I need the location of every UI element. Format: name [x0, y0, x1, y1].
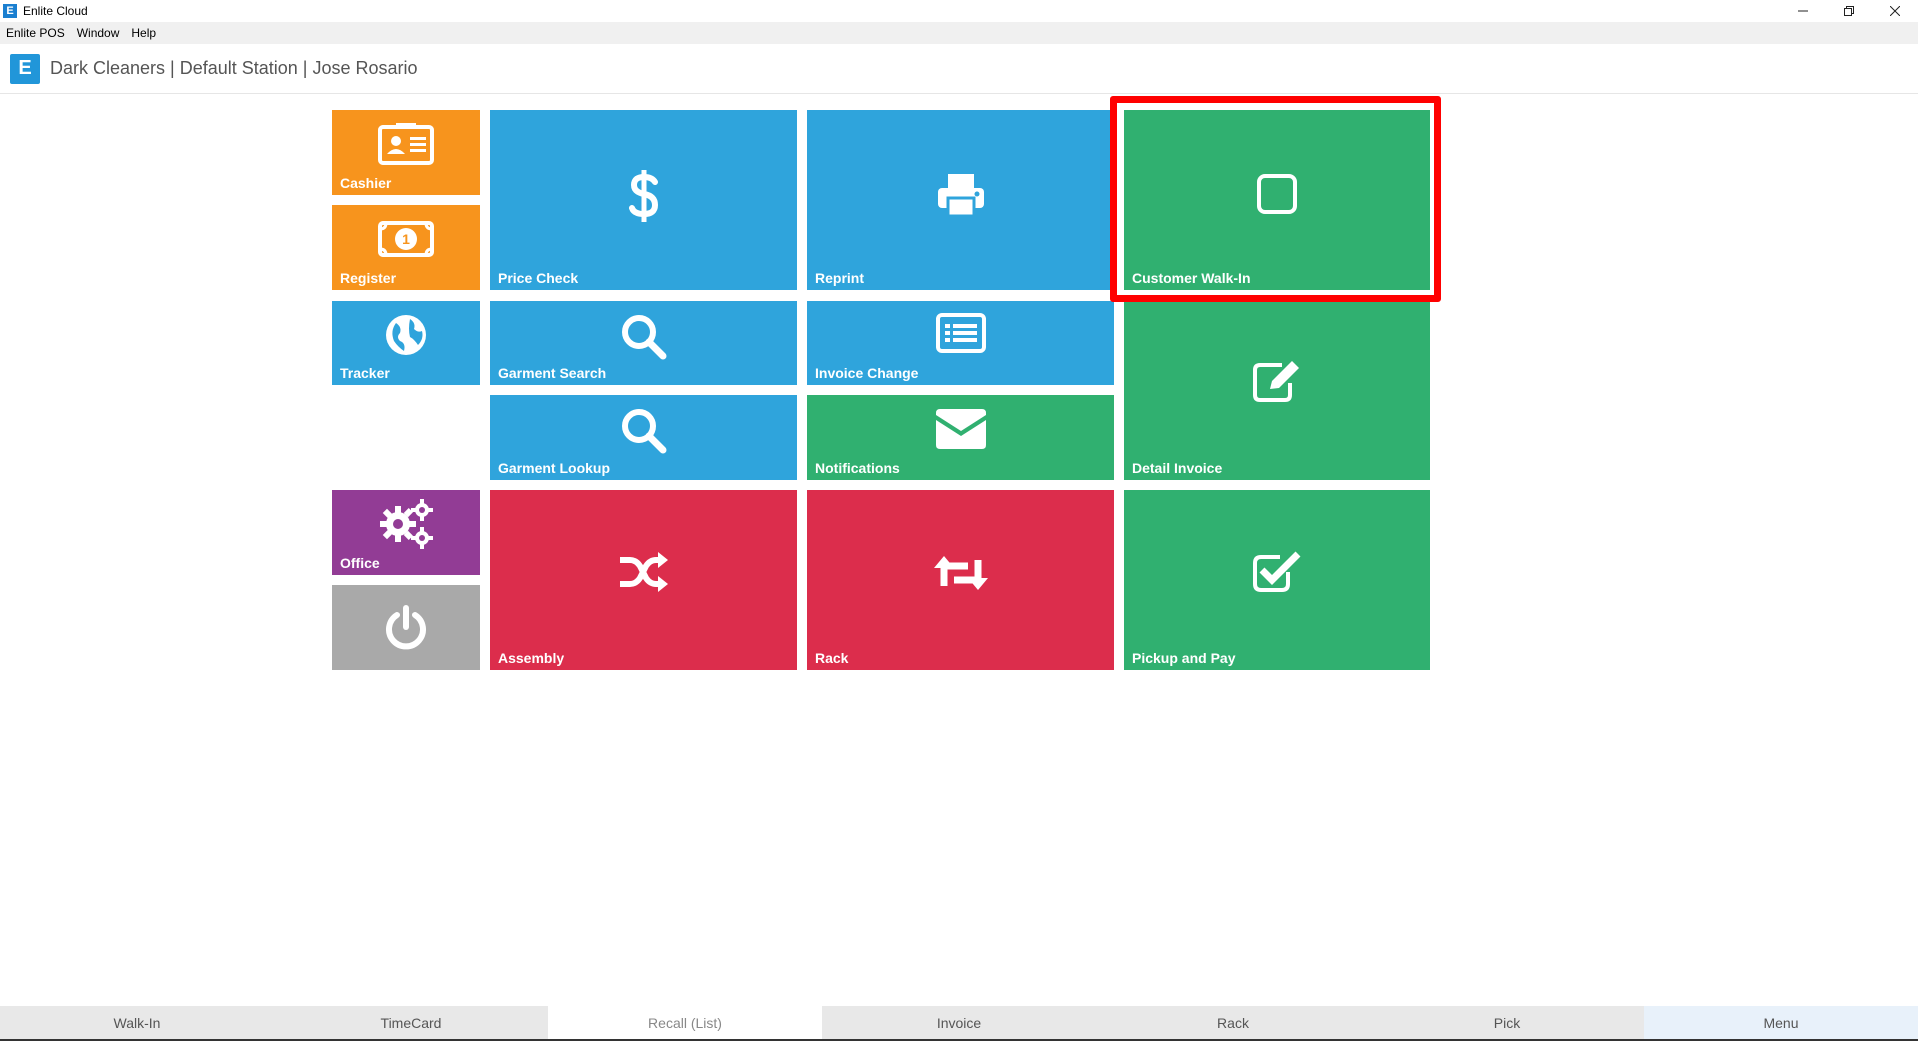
tile-garment-lookup[interactable]: Garment Lookup — [490, 395, 797, 480]
envelope-icon — [935, 409, 986, 449]
tile-assembly[interactable]: Assembly — [490, 490, 797, 670]
tile-label: Notifications — [815, 460, 900, 476]
tile-label: Tracker — [340, 365, 390, 381]
tile-detail-invoice[interactable]: Detail Invoice — [1124, 301, 1430, 480]
minimize-icon — [1798, 10, 1808, 12]
tile-office[interactable]: Office — [332, 490, 480, 575]
edit-icon — [1253, 361, 1299, 402]
tab-invoice[interactable]: Invoice — [822, 1006, 1096, 1041]
tab-rack[interactable]: Rack — [1096, 1006, 1370, 1041]
search-icon — [621, 409, 666, 454]
tile-label: Customer Walk-In — [1132, 270, 1251, 286]
tab-menu[interactable]: Menu — [1644, 1006, 1918, 1041]
tile-pickup-and-pay[interactable]: Pickup and Pay — [1124, 490, 1430, 670]
money-icon: 1 — [378, 221, 434, 257]
tile-register[interactable]: 1 Register — [332, 205, 480, 290]
check-square-icon — [1253, 551, 1301, 592]
enlite-logo: E — [10, 53, 40, 84]
window-title: Enlite Cloud — [23, 4, 88, 18]
tile-label: Garment Search — [498, 365, 607, 381]
bottom-tab-bar: Walk-In TimeCard Recall (List) Invoice R… — [0, 1006, 1918, 1041]
header-bar: E Dark Cleaners | Default Station | Jose… — [0, 44, 1918, 94]
tile-label: Detail Invoice — [1132, 460, 1223, 476]
menu-window[interactable]: Window — [71, 26, 126, 40]
title-bar: E Enlite Cloud — [0, 0, 1918, 22]
tile-reprint[interactable]: Reprint — [807, 110, 1114, 290]
tile-label: Price Check — [498, 270, 579, 286]
tile-label: Cashier — [340, 175, 392, 191]
tile-label: Register — [340, 270, 397, 286]
id-card-icon — [378, 123, 434, 165]
tile-label: Reprint — [815, 270, 864, 286]
minimize-button[interactable] — [1780, 0, 1826, 22]
tile-customer-walk-in[interactable]: Customer Walk-In — [1124, 110, 1430, 290]
menu-bar: Enlite POS Window Help — [0, 22, 1918, 44]
svg-text:1: 1 — [402, 231, 410, 247]
tile-cashier[interactable]: Cashier — [332, 110, 480, 195]
close-icon — [1890, 6, 1900, 16]
list-icon — [935, 313, 986, 353]
tile-label: Pickup and Pay — [1132, 650, 1236, 666]
square-icon — [1257, 174, 1297, 214]
gears-icon — [380, 499, 433, 549]
tab-timecard[interactable]: TimeCard — [274, 1006, 548, 1041]
power-icon — [386, 605, 426, 650]
tile-power[interactable] — [332, 585, 480, 670]
tile-label: Rack — [815, 650, 849, 666]
tab-pick[interactable]: Pick — [1370, 1006, 1644, 1041]
search-icon — [621, 315, 666, 360]
tile-tracker[interactable]: Tracker — [332, 301, 480, 385]
tab-recall-list[interactable]: Recall (List) — [548, 1006, 822, 1041]
tile-price-check[interactable]: Price Check — [490, 110, 797, 290]
tile-notifications[interactable]: Notifications — [807, 395, 1114, 480]
menu-enlite-pos[interactable]: Enlite POS — [0, 26, 71, 40]
globe-icon — [386, 315, 426, 355]
tile-label: Invoice Change — [815, 365, 919, 381]
tile-label: Garment Lookup — [498, 460, 611, 476]
restore-button[interactable] — [1826, 0, 1872, 22]
tile-label: Assembly — [498, 650, 565, 666]
retweet-icon — [933, 556, 988, 590]
menu-help[interactable]: Help — [125, 26, 162, 40]
dollar-icon — [628, 170, 658, 222]
restore-icon — [1844, 6, 1854, 16]
station-info: Dark Cleaners | Default Station | Jose R… — [50, 58, 418, 78]
shuffle-icon — [619, 552, 668, 592]
tile-label: Office — [340, 555, 380, 571]
tile-invoice-change[interactable]: Invoice Change — [807, 301, 1114, 385]
close-button[interactable] — [1872, 0, 1918, 22]
window-controls — [1780, 0, 1918, 22]
printer-icon — [937, 174, 984, 216]
app-icon: E — [3, 4, 17, 18]
tab-walk-in[interactable]: Walk-In — [0, 1006, 274, 1041]
tile-garment-search[interactable]: Garment Search — [490, 301, 797, 385]
tile-rack[interactable]: Rack — [807, 490, 1114, 670]
